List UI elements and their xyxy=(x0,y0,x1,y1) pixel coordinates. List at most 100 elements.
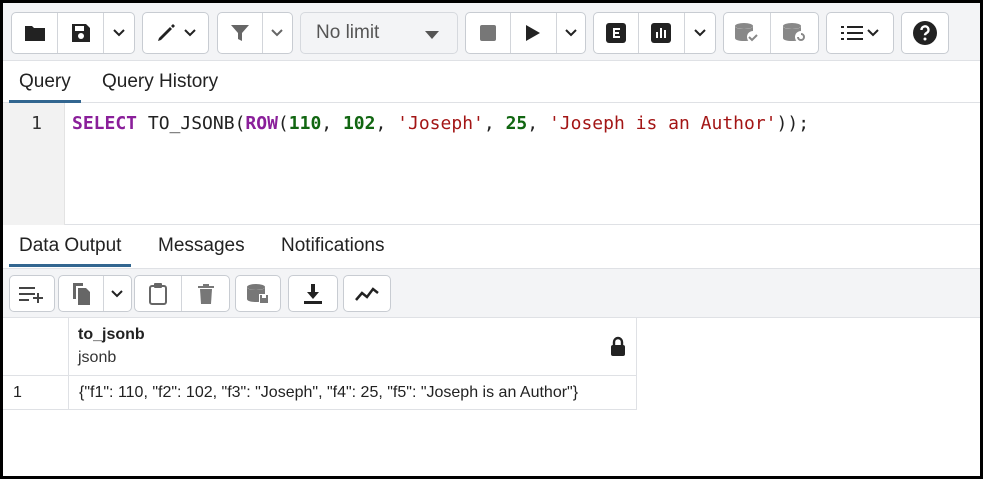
tab-query[interactable]: Query xyxy=(9,61,81,103)
edit-menu-button[interactable] xyxy=(143,13,208,53)
filter-button[interactable] xyxy=(218,13,263,53)
editor-gutter: 1 xyxy=(3,103,65,225)
explain-button[interactable] xyxy=(594,13,640,53)
query-tool-window: No limit Query Query History 1 SELECT TO… xyxy=(0,0,983,479)
edit-pen-icon xyxy=(157,24,175,41)
caret-down-icon xyxy=(425,31,439,39)
add-row-icon xyxy=(19,286,43,303)
sql-token: 'Joseph is an Author' xyxy=(548,113,777,134)
execute-dropdown-button[interactable] xyxy=(557,13,586,53)
tab-data-output[interactable]: Data Output xyxy=(9,225,132,267)
explain-icon xyxy=(606,23,627,43)
tab-query-label: Query xyxy=(19,71,71,92)
result-tabs: Data Output Messages Notifications xyxy=(3,225,980,269)
paste-icon xyxy=(149,282,167,305)
sql-token: SELECT xyxy=(72,113,138,134)
tab-messages[interactable]: Messages xyxy=(148,225,255,267)
sql-token: 'Joseph' xyxy=(397,113,484,134)
explain-button-group xyxy=(593,12,716,54)
sql-editor[interactable]: 1 SELECT TO_JSONB(ROW(110, 102, 'Joseph'… xyxy=(3,103,980,225)
rollback-icon xyxy=(782,23,807,43)
stop-query-button[interactable] xyxy=(466,13,512,53)
lock-icon xyxy=(611,336,625,356)
sql-token: , xyxy=(527,113,549,134)
tab-messages-label: Messages xyxy=(158,235,245,256)
column-type: jsonb xyxy=(78,349,117,366)
line-number: 1 xyxy=(31,113,42,134)
chevron-down-icon xyxy=(694,29,706,37)
sql-token: 25 xyxy=(505,113,528,134)
copy-dropdown-button[interactable] xyxy=(104,276,131,311)
paste-button[interactable] xyxy=(135,276,183,311)
paste-delete-group xyxy=(134,275,230,312)
explain-analyze-button[interactable] xyxy=(639,13,685,53)
filter-dropdown-button[interactable] xyxy=(263,13,292,53)
row-limit-value: No limit xyxy=(316,22,380,43)
add-row-button[interactable] xyxy=(10,276,54,311)
stop-icon xyxy=(480,25,497,41)
help-button[interactable] xyxy=(902,13,948,53)
save-dropdown-button[interactable] xyxy=(104,13,134,53)
delete-row-button[interactable] xyxy=(182,276,229,311)
tab-notifications-label: Notifications xyxy=(281,235,385,256)
row-limit-select[interactable]: No limit xyxy=(300,12,458,54)
transaction-button-group xyxy=(723,12,819,54)
chevron-down-icon xyxy=(111,289,124,297)
commit-icon xyxy=(735,23,759,43)
add-row-group xyxy=(9,275,55,312)
macros-button-group xyxy=(826,12,894,54)
graph-visualiser-button[interactable] xyxy=(344,276,390,311)
save-data-changes-button[interactable] xyxy=(236,276,280,311)
download-button[interactable] xyxy=(289,276,337,311)
sql-code-line[interactable]: SELECT TO_JSONB(ROW(110, 102, 'Joseph', … xyxy=(72,113,809,134)
macros-icon xyxy=(841,26,863,40)
rollback-button[interactable] xyxy=(771,13,818,53)
commit-button[interactable] xyxy=(724,13,772,53)
edit-button-group xyxy=(142,12,209,54)
execute-query-button[interactable] xyxy=(511,13,557,53)
open-file-button[interactable] xyxy=(12,13,58,53)
file-button-group xyxy=(11,12,135,54)
download-group xyxy=(288,275,338,312)
filter-button-group xyxy=(217,12,293,54)
tab-query-history[interactable]: Query History xyxy=(92,61,228,103)
save-icon xyxy=(71,24,90,42)
graph-visualiser-group xyxy=(343,275,391,312)
row-number-header[interactable] xyxy=(3,318,69,376)
tab-data-output-label: Data Output xyxy=(19,235,122,256)
chevron-down-icon xyxy=(867,29,879,37)
macros-menu-button[interactable] xyxy=(827,13,893,53)
download-icon xyxy=(304,283,322,304)
chevron-down-icon xyxy=(271,29,284,37)
save-data-group xyxy=(235,275,281,312)
chevron-down-icon xyxy=(565,29,577,37)
sql-token: 102 xyxy=(342,113,376,134)
copy-icon xyxy=(72,282,90,305)
data-output-toolbar xyxy=(3,269,980,318)
sql-token: , xyxy=(483,113,506,134)
tab-notifications[interactable]: Notifications xyxy=(271,225,395,267)
copy-button[interactable] xyxy=(59,276,104,311)
sql-token: TO_JSONB( xyxy=(137,113,246,134)
main-toolbar: No limit xyxy=(3,3,980,61)
trash-icon xyxy=(197,283,214,304)
chevron-down-icon xyxy=(183,29,196,37)
folder-icon xyxy=(24,26,45,41)
row-number[interactable]: 1 xyxy=(3,376,69,410)
column-header-to-jsonb[interactable]: to_jsonb jsonb xyxy=(69,318,637,376)
sql-token: )); xyxy=(776,113,810,134)
help-icon xyxy=(913,21,937,45)
chevron-down-icon xyxy=(113,29,125,37)
play-icon xyxy=(526,25,541,41)
copy-button-group xyxy=(58,275,132,312)
explain-analyze-icon xyxy=(651,23,672,43)
column-name: to_jsonb xyxy=(78,326,145,343)
save-file-button[interactable] xyxy=(58,13,104,53)
tab-query-history-label: Query History xyxy=(102,71,219,92)
explain-dropdown-button[interactable] xyxy=(685,13,715,53)
help-button-group xyxy=(901,12,949,54)
line-chart-icon xyxy=(355,286,379,301)
filter-icon xyxy=(230,25,249,41)
sql-token: ( xyxy=(277,113,289,134)
table-cell[interactable]: {"f1": 110, "f2": 102, "f3": "Joseph", "… xyxy=(69,376,637,410)
